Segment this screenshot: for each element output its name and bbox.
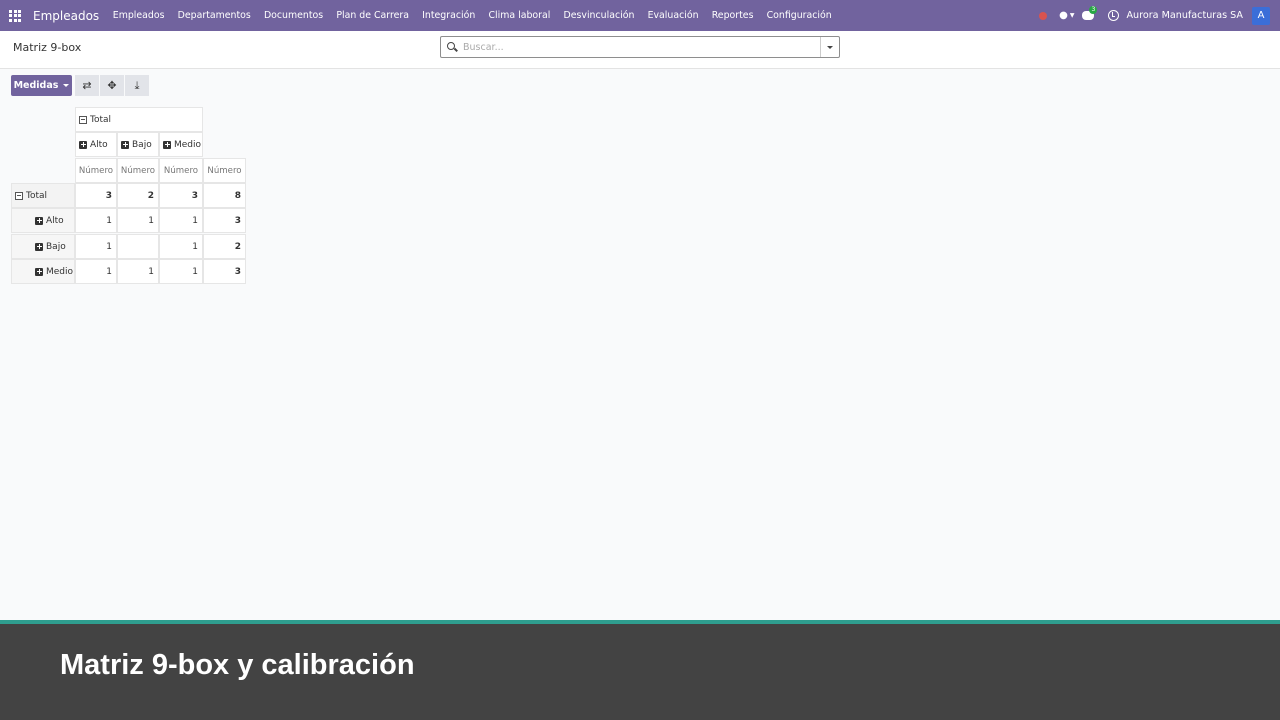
control-panel: Matriz 9-box	[0, 31, 1280, 69]
menu-item-desvinculacion[interactable]: Desvinculación	[557, 10, 641, 21]
collapse-icon	[79, 115, 87, 124]
chevron-down-icon[interactable]: ▼	[1070, 12, 1075, 19]
top-navbar: Empleados Empleados Departamentos Docume…	[0, 0, 1280, 31]
expand-all-button[interactable]: ✥	[100, 75, 124, 96]
pivot-cell-row-total[interactable]: 2	[203, 234, 246, 259]
col-header-medio[interactable]: Medio	[159, 132, 203, 157]
pivot-cell[interactable]: 1	[159, 259, 203, 284]
download-button[interactable]: ⤓	[125, 75, 149, 96]
menu-item-integracion[interactable]: Integración	[416, 10, 482, 21]
pivot-cell[interactable]: 3	[75, 183, 117, 208]
expand-all-icon: ✥	[107, 79, 117, 92]
row-header-alto[interactable]: Alto	[11, 208, 75, 233]
pivot-cell[interactable]: 1	[75, 259, 117, 284]
clock-icon[interactable]	[1108, 10, 1120, 21]
avatar[interactable]: A	[1252, 6, 1270, 25]
search-options-toggle[interactable]	[820, 37, 839, 57]
row-header-medio[interactable]: Medio	[11, 259, 75, 284]
pivot-cell[interactable]: 2	[117, 183, 159, 208]
menu-item-clima-laboral[interactable]: Clima laboral	[482, 10, 557, 21]
menu-item-departamentos[interactable]: Departamentos	[171, 10, 257, 21]
col-header-total-label: Total	[90, 114, 112, 125]
expand-icon	[79, 140, 87, 149]
caption-banner: Matriz 9-box y calibración	[0, 624, 1280, 720]
search-input[interactable]	[463, 39, 813, 55]
recording-dot-icon[interactable]	[1039, 11, 1048, 20]
pivot-cell-row-total[interactable]: 3	[203, 208, 246, 233]
measure-header[interactable]: Número	[75, 158, 117, 183]
app-brand[interactable]: Empleados	[33, 9, 99, 23]
flip-axis-icon: ⇄	[82, 79, 92, 92]
row-header-label: Medio	[46, 266, 74, 277]
expand-icon	[35, 267, 43, 276]
pivot-cell[interactable]	[117, 234, 159, 259]
company-switcher[interactable]: Aurora Manufacturas SA	[1126, 10, 1243, 21]
pivot-cell-row-total[interactable]: 3	[203, 259, 246, 284]
col-header-bajo[interactable]: Bajo	[117, 132, 159, 157]
menu-item-configuracion[interactable]: Configuración	[760, 10, 838, 21]
measure-header[interactable]: Número	[159, 158, 203, 183]
chat-icon[interactable]: 3	[1082, 6, 1098, 20]
measure-header[interactable]: Número	[117, 158, 159, 183]
measure-header[interactable]: Número	[203, 158, 246, 183]
drop-icon[interactable]: ●	[1059, 10, 1068, 21]
measures-button[interactable]: Medidas	[11, 75, 72, 96]
search-box[interactable]	[440, 36, 840, 58]
pivot-cell[interactable]: 1	[75, 234, 117, 259]
row-header-label: Alto	[46, 215, 64, 226]
col-header-label: Medio	[174, 139, 202, 150]
measures-label: Medidas	[13, 80, 59, 91]
menu-item-empleados[interactable]: Empleados	[106, 10, 171, 21]
row-header-label: Bajo	[46, 241, 66, 252]
menu-item-documentos[interactable]: Documentos	[257, 10, 329, 21]
menu-item-evaluacion[interactable]: Evaluación	[641, 10, 705, 21]
navbar-systray: ● ▼ 3 Aurora Manufacturas SA A	[1039, 0, 1280, 31]
caret-down-icon	[63, 84, 70, 87]
chat-count-badge: 3	[1089, 6, 1098, 14]
row-header-bajo[interactable]: Bajo	[11, 234, 75, 259]
pivot-cell[interactable]: 3	[159, 183, 203, 208]
collapse-icon	[15, 191, 23, 200]
col-header-label: Alto	[90, 139, 108, 150]
expand-icon	[35, 216, 43, 225]
menu-item-plan-de-carrera[interactable]: Plan de Carrera	[330, 10, 416, 21]
menu-item-reportes[interactable]: Reportes	[705, 10, 760, 21]
pivot-cell[interactable]: 1	[75, 208, 117, 233]
col-header-alto[interactable]: Alto	[75, 132, 117, 157]
main-menu: Empleados Departamentos Documentos Plan …	[106, 10, 838, 21]
expand-icon	[121, 140, 129, 149]
search-icon	[447, 42, 455, 50]
pivot-cell[interactable]: 1	[159, 208, 203, 233]
pivot-cell[interactable]: 1	[159, 234, 203, 259]
flip-axis-button[interactable]: ⇄	[75, 75, 99, 96]
download-icon: ⤓	[134, 78, 140, 92]
col-header-label: Bajo	[132, 139, 152, 150]
expand-icon	[163, 140, 171, 149]
row-header-label: Total	[26, 190, 48, 201]
row-header-total[interactable]: Total	[11, 183, 75, 208]
pivot-cell[interactable]: 1	[117, 208, 159, 233]
page-title: Matriz 9-box	[13, 41, 82, 54]
apps-grid-icon[interactable]	[0, 0, 30, 31]
pivot-cell[interactable]: 1	[117, 259, 159, 284]
pivot-toolbar: Medidas ⇄ ✥ ⤓	[11, 75, 150, 96]
expand-icon	[35, 242, 43, 251]
pivot-cell-grand-total[interactable]: 8	[203, 183, 246, 208]
col-header-total[interactable]: Total	[75, 107, 203, 132]
banner-title: Matriz 9-box y calibración	[60, 649, 415, 681]
